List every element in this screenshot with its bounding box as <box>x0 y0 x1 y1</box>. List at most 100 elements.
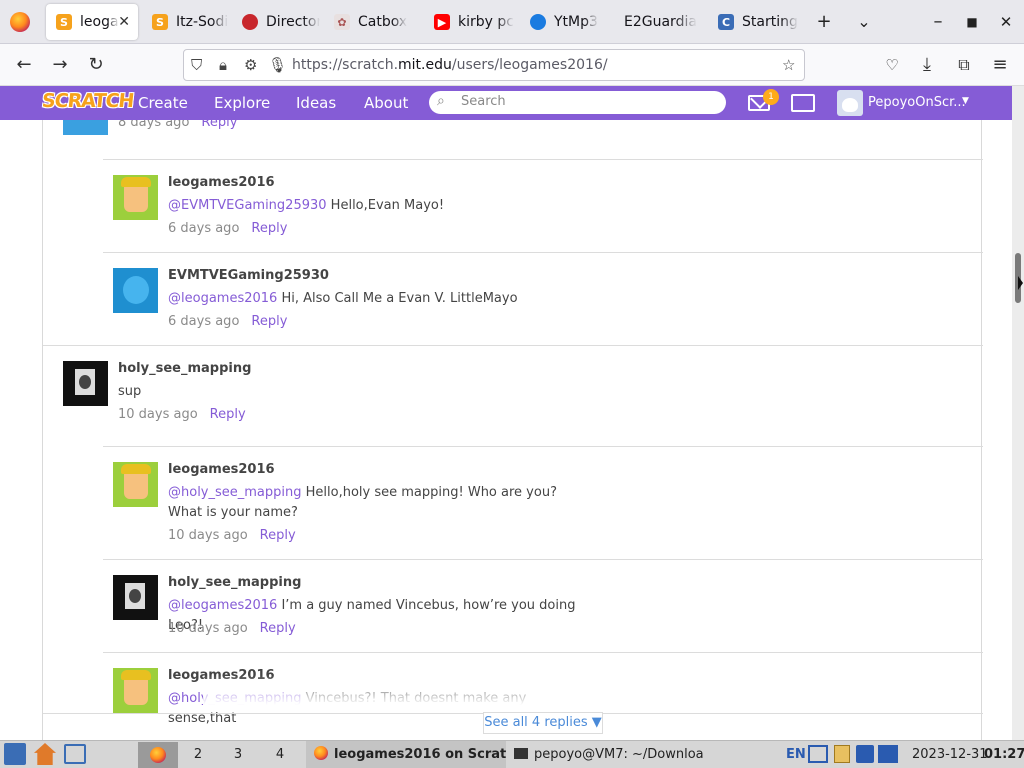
comment-text: @EVMTVEGaming25930 Hello,Evan Mayo! <box>168 196 578 216</box>
microphone-icon[interactable]: 🎙︎ <box>268 56 287 74</box>
taskbar-window-terminal[interactable]: pepoyo@VM7: ~/Downloa <box>510 741 710 768</box>
search-input[interactable]: ⌕ Search <box>429 91 726 114</box>
tab-label: YtMp3 <box>554 14 598 30</box>
comment-time: 8 days ago <box>118 120 190 130</box>
account-caret-icon[interactable]: ▼ <box>962 96 969 106</box>
screen-icon[interactable] <box>878 745 898 763</box>
comment-avatar[interactable] <box>113 668 158 713</box>
comment-author[interactable]: leogames2016 <box>168 462 275 477</box>
close-tab-icon[interactable]: ✕ <box>118 14 130 30</box>
scratch-navbar: SCRATCH Create Explore Ideas About ⌕ Sea… <box>0 86 1012 120</box>
ytmp3-icon <box>530 14 546 30</box>
divider <box>103 652 983 653</box>
comment-meta: 6 days ago Reply <box>168 314 287 329</box>
back-icon[interactable]: ← <box>12 53 36 77</box>
cat-icon: ✿ <box>334 14 350 30</box>
menu-icon[interactable]: ≡ <box>988 53 1012 77</box>
window-title: leogames2016 on Scrat <box>334 747 506 762</box>
page-scrollbar[interactable] <box>1012 86 1024 740</box>
my-stuff-icon[interactable] <box>791 94 815 112</box>
extensions-icon[interactable]: ⧉ <box>952 53 976 77</box>
taskbar: 2 3 4 leogames2016 on Scrat pepoyo@VM7: … <box>0 740 1024 768</box>
mention-link[interactable]: @holy_see_mapping <box>168 485 302 500</box>
forward-icon[interactable]: → <box>48 53 72 77</box>
workspace-4[interactable]: 4 <box>260 742 300 768</box>
comment-body: sup <box>118 384 142 399</box>
maximize-icon[interactable]: ■ <box>960 10 984 34</box>
firefox-icon[interactable] <box>10 12 30 32</box>
comment-avatar[interactable] <box>113 462 158 507</box>
new-tab-button[interactable]: + <box>812 10 836 34</box>
nav-about[interactable]: About <box>364 94 408 112</box>
mention-link[interactable]: @leogames2016 <box>168 291 277 306</box>
mention-link[interactable]: @leogames2016 <box>168 598 277 613</box>
downloads-icon[interactable]: ⤓ <box>915 53 939 77</box>
home-icon[interactable] <box>34 743 56 765</box>
clipboard-icon[interactable] <box>834 745 850 763</box>
taskbar-window-firefox[interactable]: leogames2016 on Scrat <box>306 741 506 768</box>
mention-link[interactable]: @EVMTVEGaming25930 <box>168 198 327 213</box>
reply-link[interactable]: Reply <box>260 621 296 636</box>
pocket-icon[interactable]: ♡ <box>880 53 904 77</box>
comment-meta: 6 days ago Reply <box>168 221 287 236</box>
tab-itz-sodi[interactable]: S Itz-Sodi <box>142 4 228 40</box>
comment-avatar[interactable] <box>113 575 158 620</box>
tab-kirby[interactable]: ▶ kirby pc <box>424 4 518 40</box>
scratch-logo[interactable]: SCRATCH <box>41 90 135 112</box>
updates-icon[interactable] <box>856 745 874 763</box>
see-all-replies-button[interactable]: See all 4 replies ▼ <box>483 712 603 734</box>
comment-meta: 10 days ago Reply <box>168 621 296 636</box>
comment-author[interactable]: EVMTVEGaming25930 <box>168 268 329 283</box>
comment-text: @leogames2016 Hi, Also Call Me a Evan V.… <box>168 289 578 309</box>
comment-author[interactable]: holy_see_mapping <box>118 361 251 376</box>
permissions-icon[interactable]: ⚙ <box>244 56 257 74</box>
reply-link[interactable]: Reply <box>251 314 287 329</box>
app-menu-icon[interactable] <box>4 743 26 765</box>
display-icon[interactable] <box>808 745 828 763</box>
close-window-icon[interactable]: ✕ <box>994 10 1018 34</box>
bookmark-star-icon[interactable]: ☆ <box>782 56 795 74</box>
firefox-icon <box>150 747 166 763</box>
shield-icon[interactable]: ⛉ <box>191 56 202 74</box>
comment-text: @holy_see_mapping Hello,holy see mapping… <box>168 483 578 523</box>
reload-icon[interactable]: ↻ <box>84 53 108 77</box>
comment-avatar[interactable] <box>63 120 108 135</box>
reply-link[interactable]: Reply <box>251 221 287 236</box>
comment-avatar[interactable] <box>113 175 158 220</box>
tab-leogames[interactable]: S leoga ✕ <box>46 4 138 40</box>
url-bar[interactable]: ⛉ 🔒︎ ⚙ 🎙︎ https://scratch.mit.edu/users/… <box>183 49 805 81</box>
comment-author[interactable]: holy_see_mapping <box>168 575 301 590</box>
tab-e2guardian[interactable]: E2Guardia <box>614 4 706 40</box>
reply-link[interactable]: Reply <box>210 407 246 422</box>
divider <box>103 159 983 160</box>
tab-list-button[interactable]: ⌄ <box>852 10 876 34</box>
divider <box>103 252 983 253</box>
network-icon[interactable] <box>64 744 86 764</box>
keyboard-layout[interactable]: EN <box>786 741 806 768</box>
c-logo-icon: C <box>718 14 734 30</box>
window-title: pepoyo@VM7: ~/Downloa <box>534 747 704 762</box>
url-domain: mit.edu <box>398 57 452 73</box>
nav-ideas[interactable]: Ideas <box>296 94 336 112</box>
tab-director[interactable]: Director <box>232 4 320 40</box>
workspace-1[interactable] <box>138 742 178 768</box>
screen: S leoga ✕ S Itz-Sodi Director ✿ Catbox ▶… <box>0 0 1024 768</box>
comment-time: 10 days ago <box>118 407 198 422</box>
tab-ytmp3[interactable]: YtMp3 <box>520 4 610 40</box>
workspace-2[interactable]: 2 <box>178 742 218 768</box>
tab-catbox[interactable]: ✿ Catbox <box>324 4 416 40</box>
user-avatar[interactable] <box>837 90 863 116</box>
reply-link[interactable]: Reply <box>201 120 237 130</box>
url-text[interactable]: https://scratch.mit.edu/users/leogames20… <box>292 57 608 73</box>
comment-author[interactable]: leogames2016 <box>168 175 275 190</box>
minimize-icon[interactable]: – <box>926 10 950 34</box>
lock-icon[interactable]: 🔒︎ <box>219 56 227 74</box>
comment-avatar[interactable] <box>63 361 108 406</box>
nav-explore[interactable]: Explore <box>214 94 270 112</box>
nav-create[interactable]: Create <box>138 94 188 112</box>
account-username[interactable]: PepoyoOnScr... <box>868 95 966 110</box>
reply-link[interactable]: Reply <box>260 528 296 543</box>
workspace-3[interactable]: 3 <box>218 742 258 768</box>
comment-avatar[interactable] <box>113 268 158 313</box>
tab-starting[interactable]: C Starting <box>708 4 802 40</box>
